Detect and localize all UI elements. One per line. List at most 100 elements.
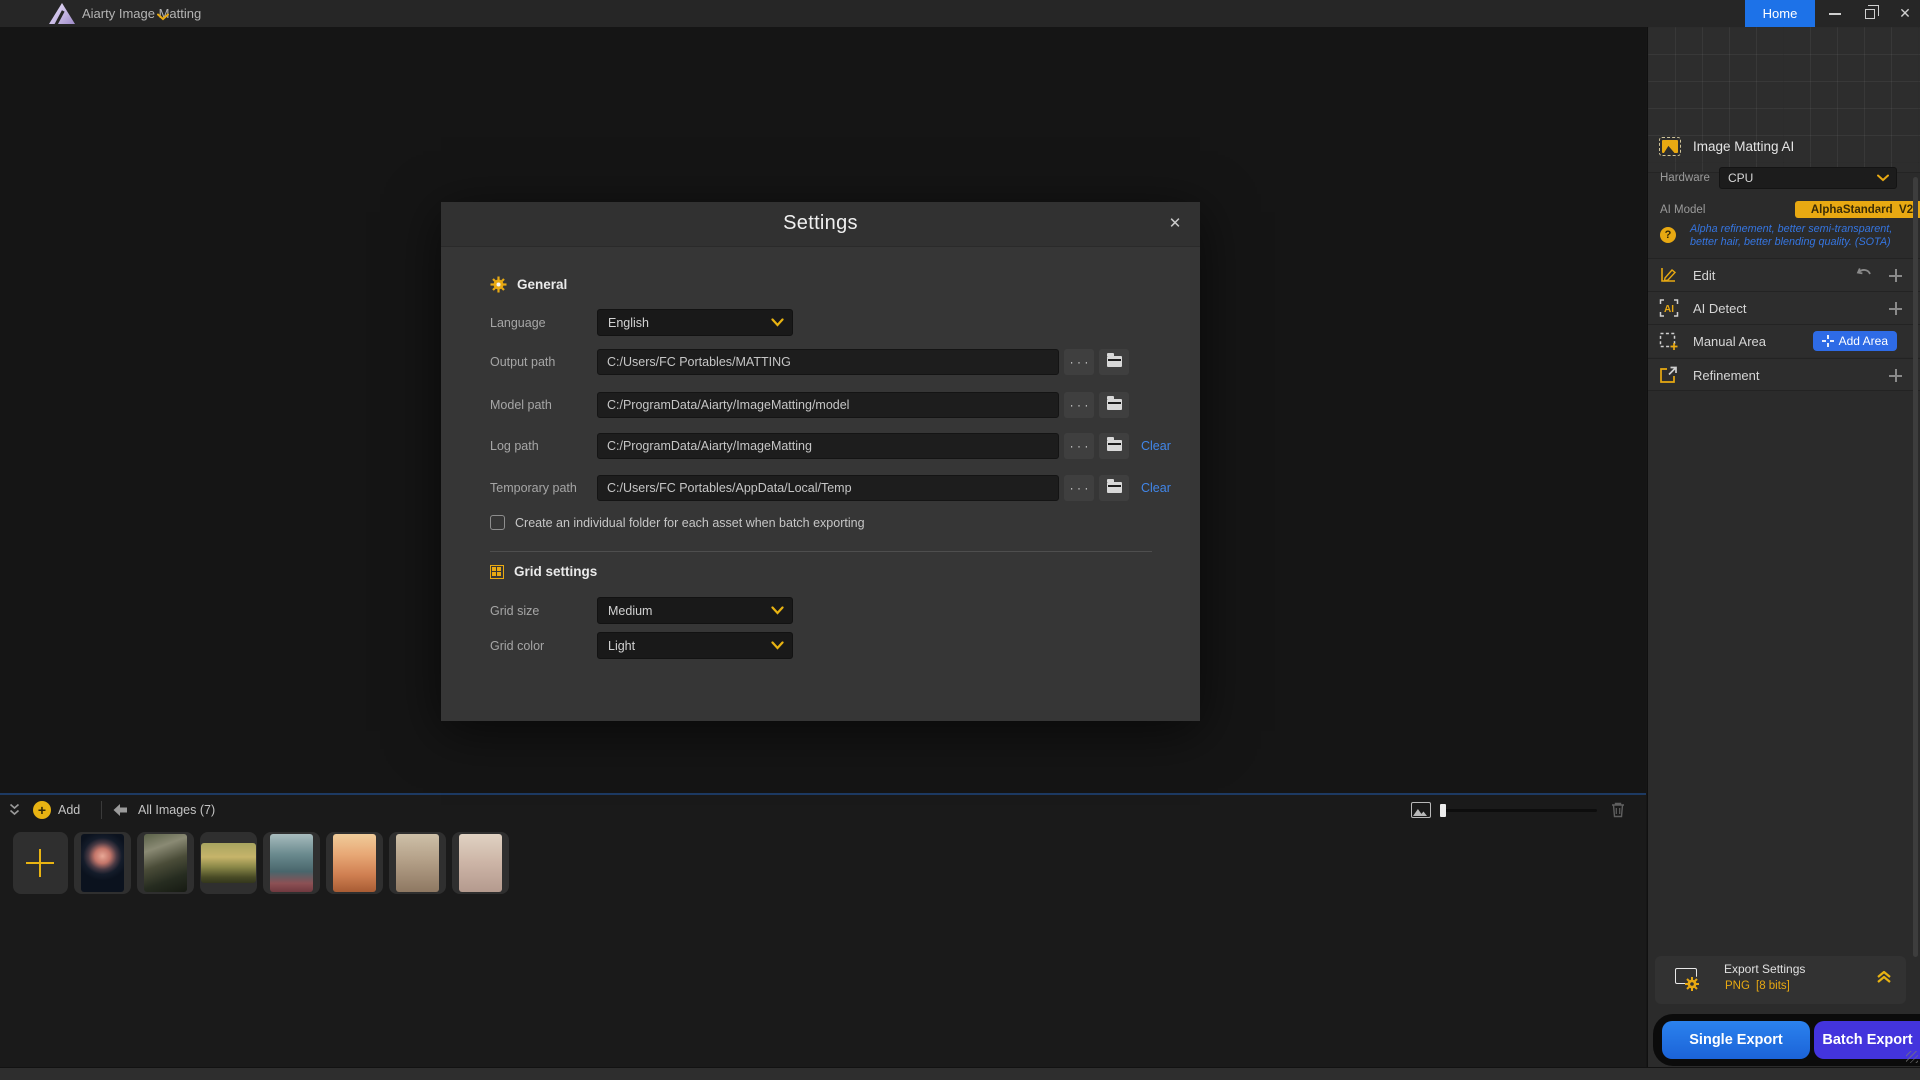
grid-size-label: Grid size xyxy=(490,604,597,618)
chevron-down-icon xyxy=(1878,206,1890,224)
log-path-label: Log path xyxy=(490,439,597,453)
home-button[interactable]: Home xyxy=(1745,0,1815,27)
expand-plus-icon[interactable] xyxy=(1888,301,1903,316)
panel-title: Image Matting AI xyxy=(1693,139,1794,154)
restore-button[interactable] xyxy=(1857,0,1883,27)
thumbnail-size-icon xyxy=(1411,802,1431,818)
add-image-tile[interactable] xyxy=(13,832,68,894)
grid-settings-heading: Grid settings xyxy=(490,564,597,579)
language-select[interactable]: English xyxy=(597,309,793,336)
hardware-label: Hardware xyxy=(1660,172,1710,184)
browse-dots-button[interactable]: · · · xyxy=(1064,392,1094,418)
grid-size-select[interactable]: Medium xyxy=(597,597,793,624)
thumbnail-peach-flowers[interactable] xyxy=(326,832,383,894)
single-export-button[interactable]: Single Export xyxy=(1662,1021,1810,1059)
open-folder-button[interactable] xyxy=(1099,433,1129,459)
ai-model-badge: AlphaStandard V2 xyxy=(1795,201,1920,218)
clear-temp-link[interactable]: Clear xyxy=(1141,481,1171,495)
hardware-select[interactable]: CPU xyxy=(1719,167,1897,189)
output-path-input[interactable]: C:/Users/FC Portables/MATTING xyxy=(597,349,1059,375)
panel-title-row: Image Matting AI xyxy=(1659,137,1794,156)
status-strip xyxy=(0,1067,1920,1080)
expand-plus-icon[interactable] xyxy=(1888,368,1903,383)
app-menu-chevron-icon[interactable] xyxy=(157,8,169,26)
add-image-button[interactable]: + xyxy=(33,801,51,819)
folder-icon xyxy=(1107,356,1122,367)
language-row: Language English xyxy=(490,309,793,336)
section-ai-detect[interactable]: AI AI Detect xyxy=(1648,291,1920,324)
all-images-label[interactable]: All Images (7) xyxy=(138,803,215,817)
grid-settings-icon xyxy=(490,565,504,579)
ai-model-select[interactable]: AlphaStandard V2 xyxy=(1719,199,1897,221)
slider-handle[interactable] xyxy=(1440,804,1446,817)
language-label: Language xyxy=(490,316,597,330)
section-label: AI Detect xyxy=(1693,301,1746,316)
svg-text:AI: AI xyxy=(1664,304,1674,315)
expand-plus-icon[interactable] xyxy=(1888,268,1903,283)
minimize-button[interactable] xyxy=(1822,0,1848,27)
settings-dialog: Settings ✕ General Language English Outp… xyxy=(441,202,1200,721)
section-label: Edit xyxy=(1693,268,1715,283)
section-manual-area[interactable]: Manual Area Add Area xyxy=(1648,324,1920,357)
edit-icon xyxy=(1659,266,1678,290)
add-area-button[interactable]: Add Area xyxy=(1813,331,1897,351)
gear-icon xyxy=(490,276,507,293)
temporary-path-input[interactable]: C:/Users/FC Portables/AppData/Local/Temp xyxy=(597,475,1059,501)
clear-log-link[interactable]: Clear xyxy=(1141,439,1171,453)
dialog-header: Settings ✕ xyxy=(441,202,1200,247)
checkbox-unchecked[interactable] xyxy=(490,515,505,530)
thumbnail-zoom-slider[interactable] xyxy=(1440,809,1597,812)
image-matting-ai-icon xyxy=(1659,137,1681,156)
open-folder-button[interactable] xyxy=(1099,392,1129,418)
app-window: Aiarty Image Matting Home ✕ Image Mattin… xyxy=(0,0,1920,1080)
model-info-text: Alpha refinement, better semi-transparen… xyxy=(1690,223,1900,249)
dialog-title: Settings xyxy=(441,212,1200,235)
section-edit[interactable]: Edit xyxy=(1648,258,1920,291)
section-label: Refinement xyxy=(1693,368,1759,383)
collapse-panel-icon[interactable] xyxy=(8,803,21,822)
folder-icon xyxy=(1107,440,1122,451)
folder-icon xyxy=(1107,482,1122,493)
export-settings-panel[interactable]: Export Settings PNG [8 bits] xyxy=(1655,956,1906,1004)
trash-icon[interactable] xyxy=(1610,801,1626,823)
open-folder-button[interactable] xyxy=(1099,475,1129,501)
general-section-heading: General xyxy=(490,276,567,293)
log-path-input[interactable]: C:/ProgramData/Aiarty/ImageMatting xyxy=(597,433,1059,459)
export-buttons-bar: Single Export Batch Export xyxy=(1653,1014,1920,1066)
browse-dots-button[interactable]: · · · xyxy=(1064,475,1094,501)
grid-color-select[interactable]: Light xyxy=(597,632,793,659)
thumbnail-tan-flowers[interactable] xyxy=(389,832,446,894)
checkbox-label: Create an individual folder for each ass… xyxy=(515,516,865,530)
model-path-input[interactable]: C:/ProgramData/Aiarty/ImageMatting/model xyxy=(597,392,1059,418)
thumbnail-forest-rocks[interactable] xyxy=(137,832,194,894)
grid-color-row: Grid color Light xyxy=(490,632,793,659)
chevron-down-icon xyxy=(771,639,784,653)
export-format: PNG xyxy=(1725,980,1750,992)
browse-dots-button[interactable]: · · · xyxy=(1064,433,1094,459)
individual-folder-option[interactable]: Create an individual folder for each ass… xyxy=(490,515,865,530)
restore-icon xyxy=(1865,9,1875,19)
ai-model-label: AI Model xyxy=(1660,204,1705,216)
dialog-close-button[interactable]: ✕ xyxy=(1164,212,1186,234)
back-arrow-icon[interactable] xyxy=(113,803,128,821)
thumbnail-jellyfish[interactable] xyxy=(74,832,131,894)
export-settings-title: Export Settings xyxy=(1724,962,1805,976)
thumbnail-white-dress[interactable] xyxy=(452,832,509,894)
undo-icon[interactable] xyxy=(1855,268,1873,287)
close-window-button[interactable]: ✕ xyxy=(1892,0,1918,27)
section-refinement[interactable]: Refinement xyxy=(1648,358,1920,391)
thumbnail-red-dress[interactable] xyxy=(263,832,320,894)
add-image-label[interactable]: Add xyxy=(58,803,80,817)
sidebar-scrollbar[interactable] xyxy=(1913,177,1918,957)
section-label: Manual Area xyxy=(1693,334,1766,349)
minimize-icon xyxy=(1829,13,1841,15)
thumbnail-list xyxy=(13,832,509,894)
browse-dots-button[interactable]: · · · xyxy=(1064,349,1094,375)
batch-export-button[interactable]: Batch Export xyxy=(1814,1021,1920,1059)
collapse-up-icon[interactable] xyxy=(1876,969,1892,990)
model-help-icon[interactable]: ? xyxy=(1660,227,1676,243)
resize-grip-icon[interactable] xyxy=(1906,1051,1918,1063)
thumbnail-bicycle[interactable] xyxy=(200,832,257,894)
grid-size-row: Grid size Medium xyxy=(490,597,793,624)
open-folder-button[interactable] xyxy=(1099,349,1129,375)
